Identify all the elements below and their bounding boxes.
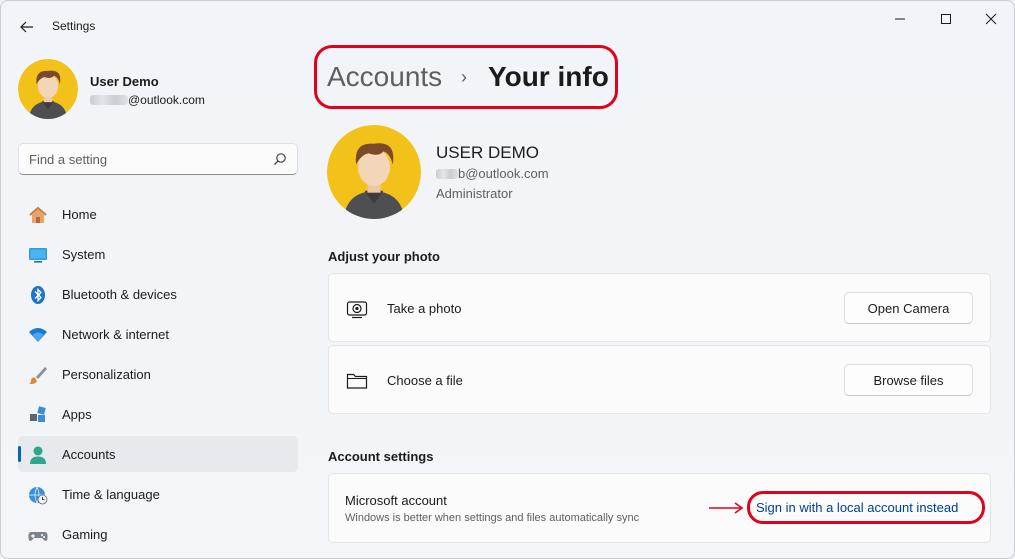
sidebar-item-label: Network & internet <box>62 327 169 342</box>
user-email: b@outlook.com <box>436 166 549 181</box>
redacted-email-prefix <box>436 168 458 179</box>
maximize-icon <box>941 14 951 24</box>
wifi-icon <box>29 328 47 342</box>
sidebar-item-network[interactable]: Network & internet <box>18 316 298 352</box>
camera-icon <box>346 301 368 319</box>
user-display-name: USER DEMO <box>436 143 539 162</box>
avatar <box>18 59 78 119</box>
breadcrumb-separator: › <box>461 67 467 87</box>
breadcrumb-parent[interactable]: Accounts <box>327 61 442 93</box>
settings-window: Settings User Demo @outlook.com Find a s… <box>0 0 1015 559</box>
sidebar-item-system[interactable]: System <box>18 236 298 272</box>
microsoft-account-title: Microsoft account <box>345 493 447 508</box>
apps-icon <box>30 406 46 422</box>
home-icon <box>29 206 47 223</box>
sidebar-item-bluetooth[interactable]: Bluetooth & devices <box>18 276 298 312</box>
section-title-photo: Adjust your photo <box>328 249 440 264</box>
sidebar-item-label: Bluetooth & devices <box>62 287 177 302</box>
sidebar-profile[interactable]: User Demo @outlook.com <box>18 59 298 119</box>
app-title: Settings <box>52 19 96 33</box>
choose-file-card: Choose a file Browse files <box>328 345 991 414</box>
profile-email-suffix: @outlook.com <box>128 93 205 107</box>
back-button[interactable] <box>15 15 39 39</box>
page-title: Your info <box>488 61 609 92</box>
user-avatar <box>327 125 421 219</box>
choose-file-label: Choose a file <box>387 373 463 388</box>
sidebar-item-home[interactable]: Home <box>18 196 298 232</box>
sidebar-item-label: Apps <box>62 407 92 422</box>
search-icon[interactable] <box>273 152 287 166</box>
sidebar-item-label: System <box>62 247 106 262</box>
sidebar-item-apps[interactable]: Apps <box>18 396 298 432</box>
person-icon <box>30 446 46 464</box>
profile-name: User Demo <box>90 74 159 89</box>
sidebar-nav: Home System Bluetooth & devices Network … <box>18 196 298 556</box>
sidebar-item-accounts[interactable]: Accounts <box>18 436 298 472</box>
microsoft-account-subtitle: Windows is better when settings and file… <box>345 512 640 524</box>
user-email-suffix: b@outlook.com <box>458 166 549 181</box>
back-arrow-icon <box>20 21 33 33</box>
take-photo-label: Take a photo <box>387 301 462 316</box>
folder-icon <box>346 373 368 389</box>
gamepad-icon <box>28 532 48 541</box>
browse-files-button[interactable]: Browse files <box>844 364 973 396</box>
user-role: Administrator <box>436 186 513 201</box>
sidebar-item-label: Home <box>62 207 97 222</box>
sidebar-item-label: Time & language <box>62 487 160 502</box>
search-box[interactable]: Find a setting <box>18 143 298 175</box>
sidebar-item-label: Accounts <box>62 447 116 462</box>
sidebar-item-gaming[interactable]: Gaming <box>18 516 298 552</box>
close-icon <box>985 13 997 25</box>
system-icon <box>29 248 47 263</box>
redacted-email-prefix <box>90 95 128 105</box>
red-arrow-icon <box>709 502 744 514</box>
close-button[interactable] <box>968 5 1014 33</box>
take-photo-card: Take a photo Open Camera <box>328 273 991 342</box>
bluetooth-icon <box>31 286 45 304</box>
section-title-account: Account settings <box>328 449 434 464</box>
profile-email: @outlook.com <box>90 93 205 107</box>
sidebar-item-label: Gaming <box>62 527 108 542</box>
minimize-icon <box>895 18 905 20</box>
minimize-button[interactable] <box>877 5 923 33</box>
globe-clock-icon <box>29 486 48 505</box>
local-account-link[interactable]: Sign in with a local account instead <box>756 500 958 515</box>
maximize-button[interactable] <box>923 5 969 33</box>
title-bar: Settings <box>1 1 1014 49</box>
open-camera-button[interactable]: Open Camera <box>844 292 973 324</box>
search-input[interactable]: Find a setting <box>29 152 107 167</box>
sidebar-item-time-language[interactable]: Time & language <box>18 476 298 512</box>
brush-icon <box>29 367 47 384</box>
sidebar-item-personalization[interactable]: Personalization <box>18 356 298 392</box>
sidebar-item-label: Personalization <box>62 367 151 382</box>
